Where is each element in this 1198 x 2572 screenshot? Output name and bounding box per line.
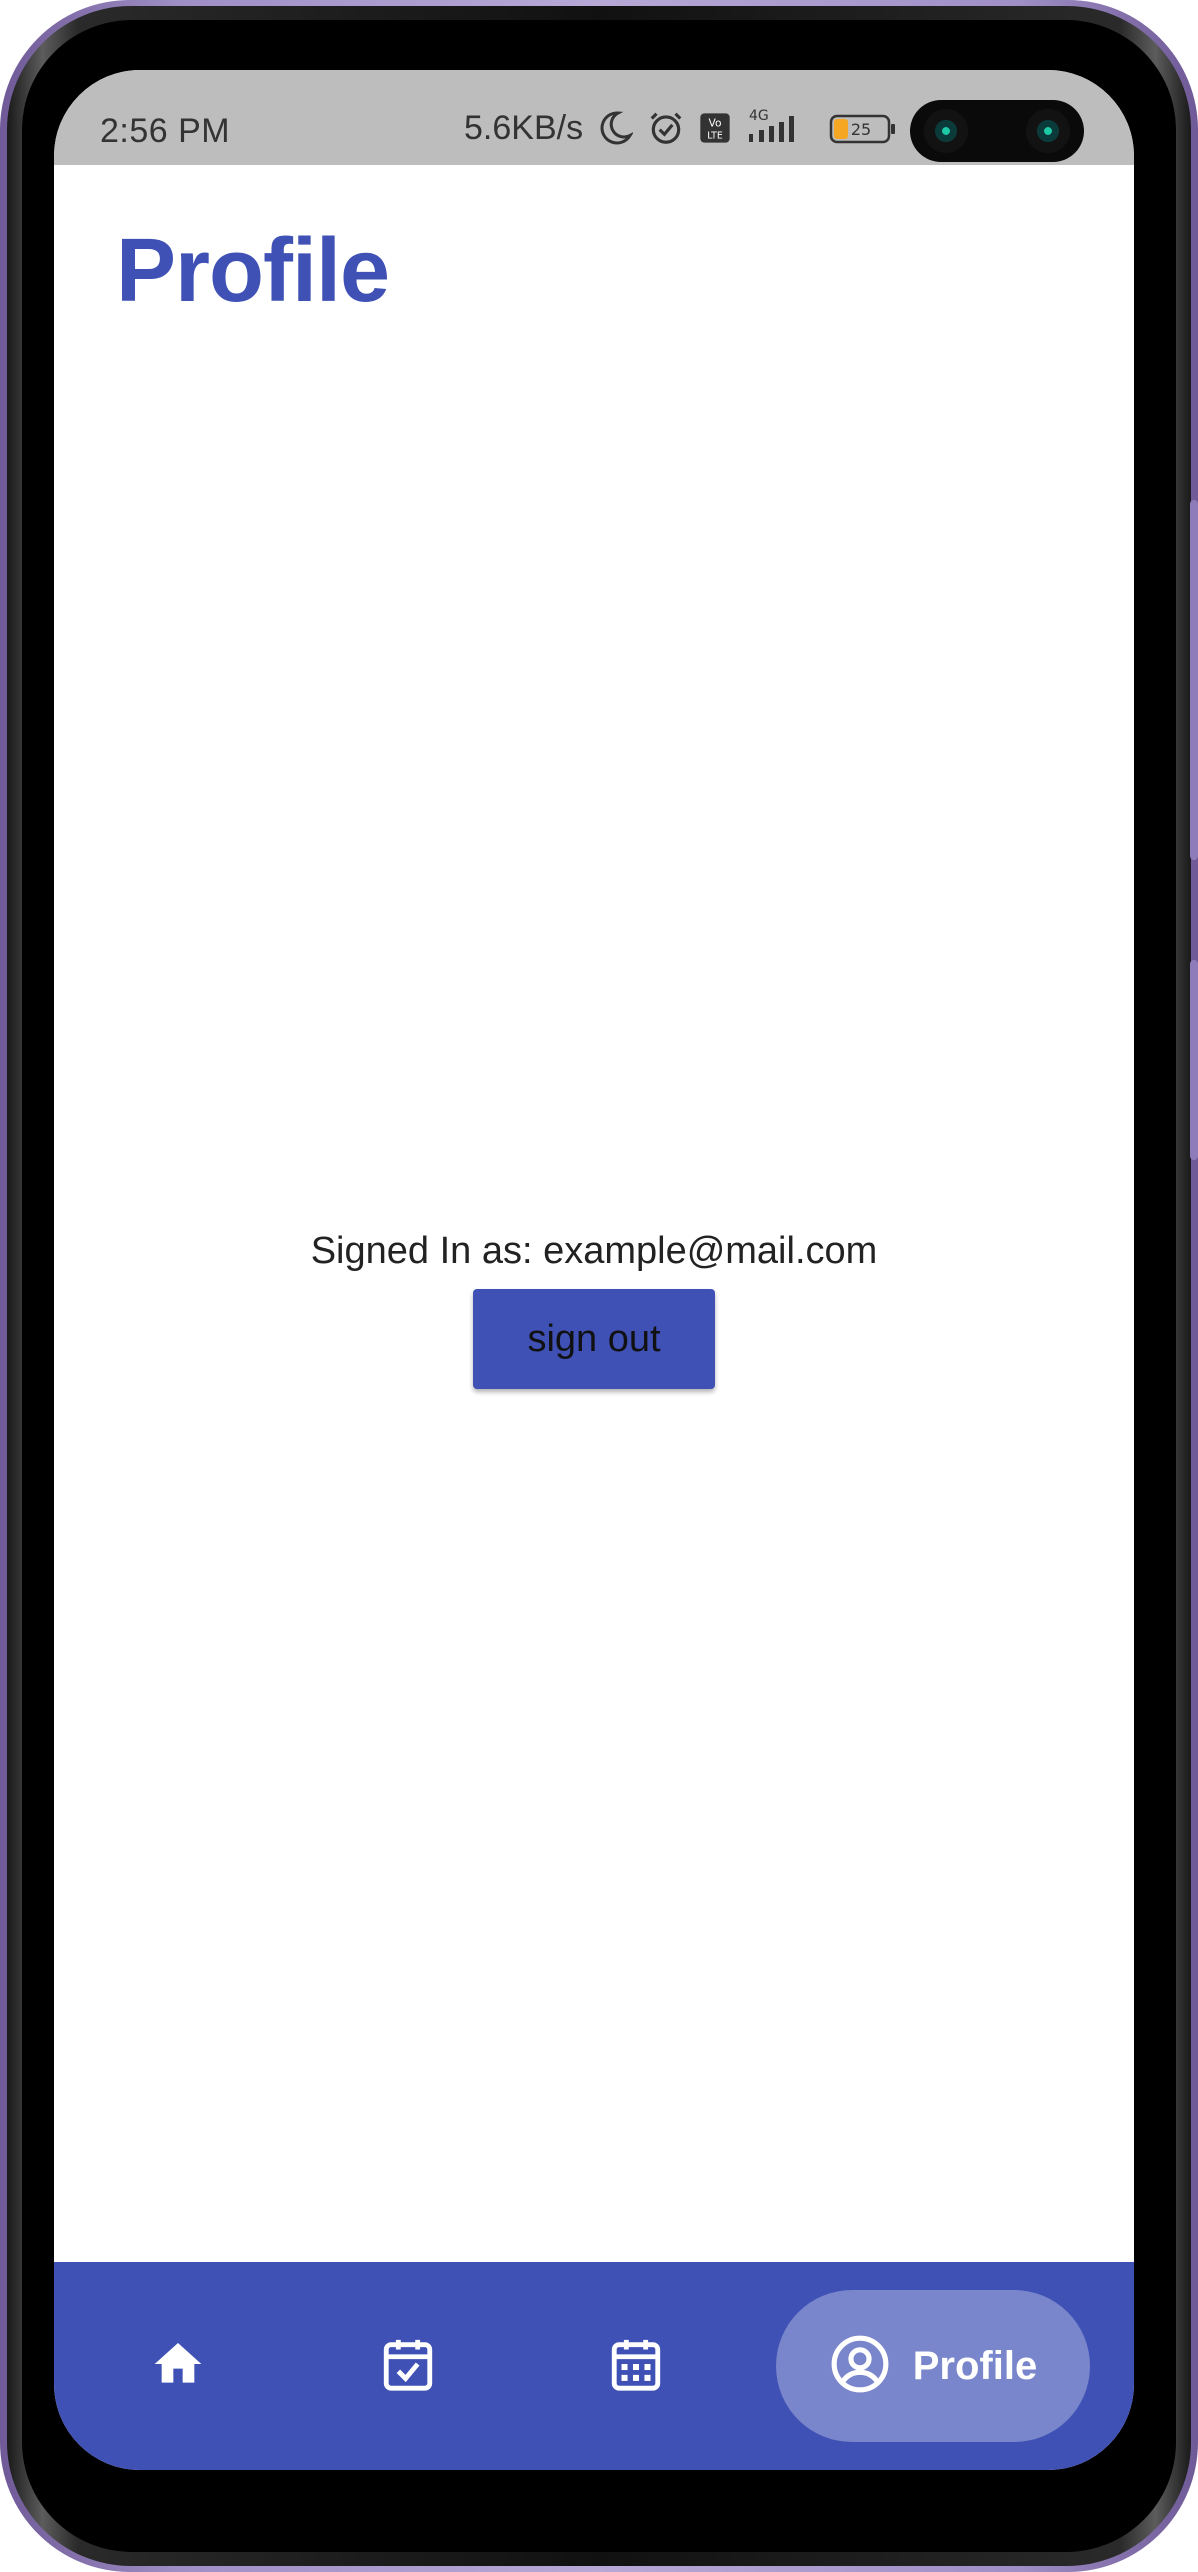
nav-item-calendar[interactable] xyxy=(588,2326,684,2406)
profile-content: Signed In as: example@mail.com sign out xyxy=(54,1230,1134,1389)
page-title: Profile xyxy=(116,221,390,321)
nav-item-profile[interactable]: Profile xyxy=(776,2290,1090,2442)
camera-lens xyxy=(924,109,968,153)
volume-button xyxy=(1190,500,1198,860)
status-icons: 5.6KB/s Vo LTE 4G 25 xyxy=(464,106,899,150)
home-icon xyxy=(148,2336,208,2397)
nav-item-tasks[interactable] xyxy=(360,2326,456,2406)
camera-lens xyxy=(1026,109,1070,153)
volte-icon: Vo LTE xyxy=(699,112,731,144)
signed-in-text: Signed In as: example@mail.com xyxy=(310,1230,878,1272)
status-time: 2:56 PM xyxy=(100,112,231,150)
account-circle-icon xyxy=(829,2333,891,2400)
power-button xyxy=(1190,960,1198,1160)
calendar-icon xyxy=(607,2334,665,2399)
sign-out-button[interactable]: sign out xyxy=(473,1289,715,1389)
svg-text:4G: 4G xyxy=(749,108,769,124)
svg-text:25: 25 xyxy=(851,120,871,139)
calendar-check-icon xyxy=(379,2334,437,2399)
nav-item-home[interactable] xyxy=(130,2326,226,2406)
svg-text:LTE: LTE xyxy=(707,131,723,142)
front-camera xyxy=(910,100,1084,162)
bottom-navigation: Profile xyxy=(54,2262,1134,2470)
signal-icon: 4G xyxy=(745,108,815,148)
status-bar: 2:56 PM 5.6KB/s Vo LTE 4G 25 xyxy=(54,70,1134,165)
screen: 2:56 PM 5.6KB/s Vo LTE 4G 25 Profile Sig… xyxy=(54,70,1134,2470)
svg-text:Vo: Vo xyxy=(709,117,722,130)
network-speed: 5.6KB/s xyxy=(464,108,584,147)
nav-item-profile-label: Profile xyxy=(912,2343,1038,2388)
moon-icon xyxy=(597,110,634,146)
battery-icon: 25 xyxy=(829,110,899,146)
alarm-icon xyxy=(647,109,685,147)
